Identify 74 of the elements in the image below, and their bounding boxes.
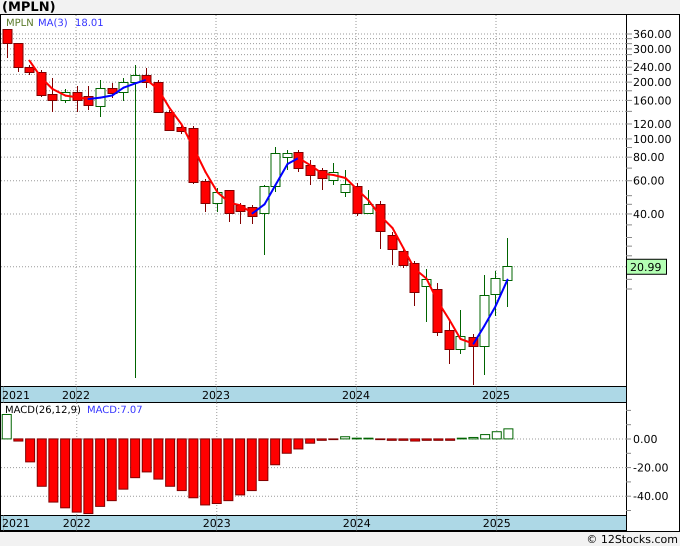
candle: [60, 88, 70, 104]
bar: [188, 438, 198, 498]
candle: [2, 28, 12, 58]
candle: [48, 78, 58, 112]
bar: [165, 438, 176, 487]
candle: [328, 162, 338, 186]
axis-label: 200.00: [633, 76, 672, 90]
bar: [200, 438, 210, 506]
candle: [306, 160, 316, 186]
candle: [96, 80, 106, 118]
candle: [212, 188, 222, 212]
chart-title: (MPLN): [2, 0, 56, 14]
bar: [130, 438, 140, 478]
legend-value: 18.01: [75, 18, 104, 29]
date-label: 2023: [202, 517, 231, 530]
bar: [503, 428, 514, 440]
date-label: 2025: [482, 389, 510, 402]
axis-label: 0.00: [633, 433, 658, 446]
date-label: 2022: [62, 389, 90, 402]
date-label: 2025: [482, 517, 511, 530]
bar: [48, 438, 58, 503]
date-label: 2024: [342, 517, 371, 530]
axis-label: 40.00: [633, 208, 664, 221]
indicator-value: MACD:7.07: [87, 405, 143, 416]
candle: [176, 124, 186, 134]
candle: [200, 178, 210, 212]
candle: [84, 86, 94, 110]
candle: [248, 204, 258, 224]
bar: [235, 438, 246, 496]
bar: [153, 438, 164, 480]
bar: [60, 438, 70, 508]
axis-label: -40.00: [633, 490, 668, 504]
candle: [318, 168, 328, 190]
date-label: 2021: [2, 389, 30, 402]
candle: [340, 170, 350, 198]
bar: [212, 438, 222, 504]
date-label: 2022: [62, 517, 91, 530]
indicator-title: MACD(26,12,9): [5, 405, 81, 416]
date-label: 2023: [202, 389, 230, 402]
axis-label: 100.00: [633, 132, 672, 146]
bar: [106, 438, 117, 502]
candle: [502, 238, 512, 308]
axis-label: 160.00: [633, 94, 672, 108]
bar: [142, 438, 152, 472]
date-label: 2021: [2, 517, 30, 530]
bar: [223, 438, 234, 502]
candle: [422, 268, 432, 322]
bar: [176, 438, 187, 492]
legend-indicator: MA(3): [38, 18, 68, 29]
candle: [376, 200, 386, 250]
axis-label: 120.00: [633, 118, 672, 131]
candle: [282, 150, 292, 170]
axis-label: 60.00: [633, 174, 664, 188]
axis-label: 300.00: [633, 42, 672, 56]
candle: [188, 126, 198, 184]
candle: [72, 86, 82, 112]
bar: [95, 438, 106, 507]
candle: [444, 320, 454, 364]
bar: [118, 438, 128, 490]
candle: [364, 190, 374, 214]
axis-label: -20.00: [633, 462, 668, 475]
bar: [246, 438, 257, 492]
bar: [293, 438, 304, 450]
copyright-text: © 12Stocks.com: [586, 534, 678, 544]
axis-label: 360.00: [633, 28, 672, 41]
candle: [432, 282, 442, 336]
axis-label: 80.00: [633, 151, 664, 164]
date-label: 2024: [342, 389, 370, 402]
last-price-badge: 20.99: [626, 258, 667, 275]
candle: [352, 182, 362, 216]
bar: [258, 438, 268, 482]
candle: [456, 310, 466, 354]
legend-symbol: MPLN: [6, 18, 34, 29]
axis-label: 240.00: [633, 61, 672, 74]
